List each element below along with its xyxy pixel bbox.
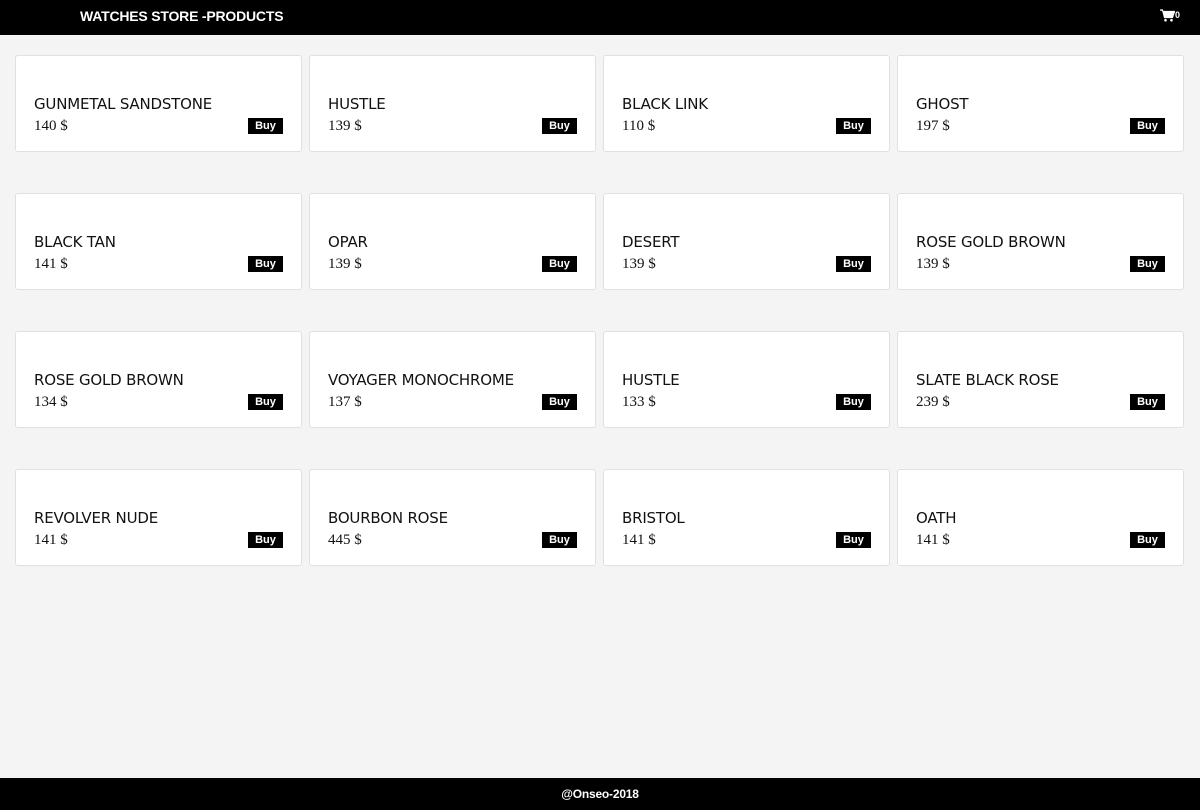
product-name: BLACK LINK bbox=[622, 95, 708, 113]
product-price: 197 $ bbox=[916, 118, 950, 134]
buy-button[interactable]: Buy bbox=[1130, 532, 1165, 548]
product-grid: GUNMETAL SANDSTONE 140 $ Buy HUSTLE 139 $ Buy… bbox=[15, 55, 1185, 566]
product-name: DESERT bbox=[622, 233, 680, 251]
product-name: ROSE GOLD BROWN bbox=[916, 233, 1066, 251]
cart-button[interactable]: 0 bbox=[1159, 9, 1180, 22]
product-price: 139 $ bbox=[328, 256, 362, 272]
product-name: GHOST bbox=[916, 95, 969, 113]
product-card: HUSTLE 139 $ Buy bbox=[309, 55, 596, 152]
product-price: 139 $ bbox=[328, 118, 362, 134]
product-name: BRISTOL bbox=[622, 509, 685, 527]
product-name: BOURBON ROSE bbox=[328, 509, 448, 527]
buy-button[interactable]: Buy bbox=[542, 118, 577, 134]
product-card: BRISTOL 141 $ Buy bbox=[603, 469, 890, 566]
cart-count-badge: 0 bbox=[1174, 10, 1180, 20]
product-card: ROSE GOLD BROWN 134 $ Buy bbox=[15, 331, 302, 428]
buy-button[interactable]: Buy bbox=[542, 394, 577, 410]
buy-button[interactable]: Buy bbox=[836, 394, 871, 410]
product-price: 239 $ bbox=[916, 394, 950, 410]
buy-button[interactable]: Buy bbox=[1130, 394, 1165, 410]
footer-copyright: @Onseo-2018 bbox=[561, 787, 639, 801]
product-card: ROSE GOLD BROWN 139 $ Buy bbox=[897, 193, 1184, 290]
product-card: SLATE BLACK ROSE 239 $ Buy bbox=[897, 331, 1184, 428]
buy-button[interactable]: Buy bbox=[836, 532, 871, 548]
product-price: 133 $ bbox=[622, 394, 656, 410]
product-price: 110 $ bbox=[622, 118, 656, 134]
buy-button[interactable]: Buy bbox=[836, 256, 871, 272]
product-price: 137 $ bbox=[328, 394, 362, 410]
product-card: HUSTLE 133 $ Buy bbox=[603, 331, 890, 428]
buy-button[interactable]: Buy bbox=[248, 256, 283, 272]
buy-button[interactable]: Buy bbox=[1130, 118, 1165, 134]
product-name: SLATE BLACK ROSE bbox=[916, 371, 1059, 389]
buy-button[interactable]: Buy bbox=[542, 532, 577, 548]
product-price: 141 $ bbox=[916, 532, 950, 548]
product-card: REVOLVER NUDE 141 $ Buy bbox=[15, 469, 302, 566]
product-card: BOURBON ROSE 445 $ Buy bbox=[309, 469, 596, 566]
product-name: VOYAGER MONOCHROME bbox=[328, 371, 514, 389]
product-name: BLACK TAN bbox=[34, 233, 116, 251]
product-card: BLACK TAN 141 $ Buy bbox=[15, 193, 302, 290]
product-price: 141 $ bbox=[34, 256, 68, 272]
product-price: 139 $ bbox=[622, 256, 656, 272]
product-name: OPAR bbox=[328, 233, 368, 251]
product-name: ROSE GOLD BROWN bbox=[34, 371, 184, 389]
product-card: OATH 141 $ Buy bbox=[897, 469, 1184, 566]
page-title: WATCHES STORE -PRODUCTS bbox=[80, 8, 284, 24]
buy-button[interactable]: Buy bbox=[248, 532, 283, 548]
product-card: DESERT 139 $ Buy bbox=[603, 193, 890, 290]
buy-button[interactable]: Buy bbox=[248, 118, 283, 134]
product-price: 140 $ bbox=[34, 118, 68, 134]
product-price: 139 $ bbox=[916, 256, 950, 272]
product-card: BLACK LINK 110 $ Buy bbox=[603, 55, 890, 152]
footer: @Onseo-2018 bbox=[0, 778, 1200, 810]
product-card: VOYAGER MONOCHROME 137 $ Buy bbox=[309, 331, 596, 428]
buy-button[interactable]: Buy bbox=[836, 118, 871, 134]
buy-button[interactable]: Buy bbox=[542, 256, 577, 272]
top-bar: WATCHES STORE -PRODUCTS 0 bbox=[0, 0, 1200, 35]
product-card: GHOST 197 $ Buy bbox=[897, 55, 1184, 152]
product-name: GUNMETAL SANDSTONE bbox=[34, 95, 213, 113]
product-price: 445 $ bbox=[328, 532, 362, 548]
product-name: HUSTLE bbox=[328, 95, 386, 113]
product-name: HUSTLE bbox=[622, 371, 680, 389]
product-name: OATH bbox=[916, 509, 957, 527]
product-name: REVOLVER NUDE bbox=[34, 509, 158, 527]
buy-button[interactable]: Buy bbox=[248, 394, 283, 410]
buy-button[interactable]: Buy bbox=[1130, 256, 1165, 272]
product-card: GUNMETAL SANDSTONE 140 $ Buy bbox=[15, 55, 302, 152]
shopping-cart-icon bbox=[1159, 9, 1175, 22]
product-price: 134 $ bbox=[34, 394, 68, 410]
product-price: 141 $ bbox=[34, 532, 68, 548]
product-price: 141 $ bbox=[622, 532, 656, 548]
product-card: OPAR 139 $ Buy bbox=[309, 193, 596, 290]
